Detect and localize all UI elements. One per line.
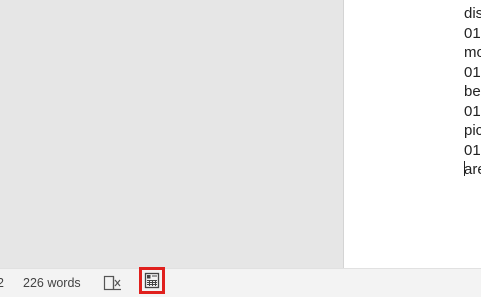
page-number-status[interactable]: 2: [0, 269, 4, 297]
text-line: mo: [464, 44, 481, 61]
text-line: dis: [464, 5, 481, 22]
text-line: 01: [464, 102, 481, 120]
text-line: 01: [464, 24, 481, 42]
status-bar: 2 226 words: [0, 267, 481, 297]
document-page[interactable]: dis 01 mo 01 be 01 pic 01 are: [343, 0, 481, 268]
document-text[interactable]: dis 01 mo 01 be 01 pic 01 are: [464, 4, 481, 180]
word-count-status[interactable]: 226 words: [23, 269, 81, 297]
text-line: pic: [464, 122, 481, 139]
text-line-with-caret: are: [464, 160, 481, 180]
print-layout-button[interactable]: [139, 267, 165, 294]
focus-mode-icon: [103, 275, 121, 291]
text-line: be: [464, 83, 481, 100]
text-line: 01: [464, 63, 481, 81]
document-canvas-background: [0, 0, 343, 268]
focus-mode-button[interactable]: [102, 272, 124, 294]
text-line: 01: [464, 141, 481, 159]
print-layout-icon: [144, 272, 160, 289]
text-line: are: [464, 161, 481, 178]
